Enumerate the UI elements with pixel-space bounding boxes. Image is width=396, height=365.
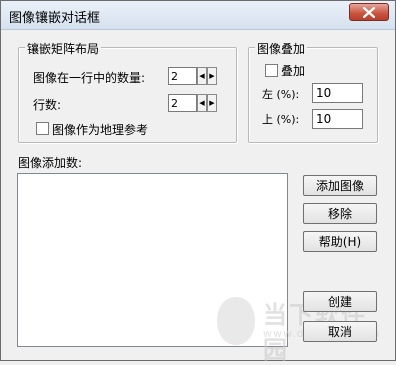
close-icon bbox=[363, 7, 375, 18]
image-overlay-group: 图像叠加 叠加 左 (%): 上 (%): bbox=[248, 40, 378, 143]
rows-decrement-button[interactable]: ◀ bbox=[197, 94, 207, 112]
left-percent-label: 左 (%): bbox=[262, 88, 300, 101]
images-added-label: 图像添加数: bbox=[18, 156, 83, 170]
arrow-left-icon: ◀ bbox=[199, 71, 205, 80]
per-row-label: 图像在一行中的数量: bbox=[33, 71, 146, 85]
rows-input[interactable] bbox=[168, 94, 197, 112]
close-button[interactable] bbox=[349, 3, 389, 21]
arrow-right-icon: ▶ bbox=[209, 71, 215, 80]
help-button[interactable]: 帮助(H) bbox=[303, 231, 377, 252]
rows-increment-button[interactable]: ▶ bbox=[207, 94, 217, 112]
top-percent-label: 上 (%): bbox=[262, 113, 300, 126]
per-row-input[interactable] bbox=[168, 67, 197, 85]
mosaic-layout-group: 镶嵌矩阵布局 图像在一行中的数量: ◀ ▶ 行数: ◀ ▶ 图像作为地理参考 bbox=[18, 40, 237, 143]
image-overlay-legend: 图像叠加 bbox=[255, 40, 308, 57]
dialog-window: 图像镶嵌对话框 镶嵌矩阵布局 图像在一行中的数量: ◀ ▶ 行数: ◀ ▶ 图像… bbox=[0, 0, 396, 364]
window-title: 图像镶嵌对话框 bbox=[9, 11, 101, 26]
image-list[interactable] bbox=[17, 173, 288, 347]
remove-button[interactable]: 移除 bbox=[303, 203, 377, 224]
cancel-button[interactable]: 取消 bbox=[303, 321, 377, 342]
top-percent-input[interactable] bbox=[312, 109, 363, 129]
arrow-right-icon: ▶ bbox=[209, 98, 215, 107]
add-image-button[interactable]: 添加图像 bbox=[303, 175, 377, 196]
overlay-checkbox[interactable] bbox=[265, 64, 278, 77]
per-row-increment-button[interactable]: ▶ bbox=[207, 67, 217, 85]
overlay-label[interactable]: 叠加 bbox=[281, 62, 305, 79]
mosaic-layout-legend: 镶嵌矩阵布局 bbox=[25, 40, 102, 57]
georef-checkbox[interactable] bbox=[36, 122, 49, 135]
rows-label: 行数: bbox=[33, 98, 62, 112]
arrow-left-icon: ◀ bbox=[199, 98, 205, 107]
create-button[interactable]: 创建 bbox=[303, 291, 377, 312]
left-percent-input[interactable] bbox=[312, 83, 363, 103]
title-bar[interactable]: 图像镶嵌对话框 bbox=[1, 1, 395, 30]
per-row-decrement-button[interactable]: ◀ bbox=[197, 67, 207, 85]
georef-label[interactable]: 图像作为地理参考 bbox=[52, 121, 148, 138]
